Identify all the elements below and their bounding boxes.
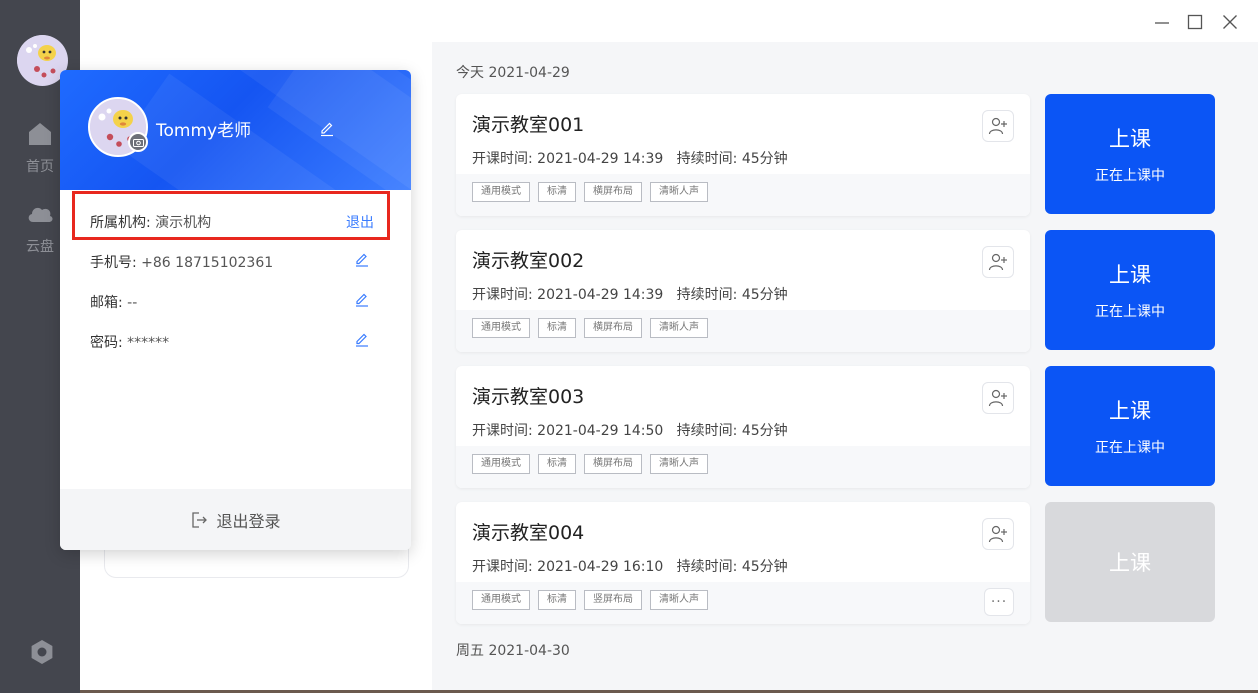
- tag-list: 通用模式 标清 横屏布局 清晰人声: [472, 454, 708, 474]
- password-label: 密码:: [90, 335, 123, 351]
- add-user-icon: [988, 117, 1007, 135]
- tag: 通用模式: [472, 590, 530, 610]
- date-header-next: 周五 2021-04-30: [456, 643, 570, 659]
- class-name: 演示教室003: [472, 386, 585, 408]
- add-user-button[interactable]: [982, 110, 1014, 142]
- email-row: 邮箱: --: [90, 292, 380, 312]
- add-user-icon: [988, 525, 1007, 543]
- tag: 竖屏布局: [584, 590, 642, 610]
- class-time: 开课时间: 2021-04-29 16:10 持续时间: 45分钟: [472, 559, 788, 575]
- tag: 清晰人声: [650, 318, 708, 338]
- edit-name-icon[interactable]: [318, 119, 336, 137]
- tag: 标清: [538, 182, 576, 202]
- tag: 通用模式: [472, 182, 530, 202]
- logout-button[interactable]: 退出登录: [60, 489, 411, 550]
- phone-value: +86 18715102361: [141, 255, 274, 271]
- more-button[interactable]: ···: [984, 588, 1014, 616]
- tag: 清晰人声: [650, 454, 708, 474]
- enter-class-label: 上课: [1109, 399, 1151, 423]
- date-header-today: 今天 2021-04-29: [456, 65, 570, 81]
- add-user-icon: [988, 389, 1007, 407]
- enter-class-button[interactable]: 上课: [1045, 502, 1215, 622]
- username: Tommy老师: [156, 121, 252, 141]
- tag: 横屏布局: [584, 318, 642, 338]
- close-icon: [1223, 15, 1237, 29]
- tag: 横屏布局: [584, 454, 642, 474]
- tag-list: 通用模式 标清 横屏布局 清晰人声: [472, 182, 708, 202]
- phone-row: 手机号: +86 18715102361: [90, 252, 380, 272]
- tag-list: 通用模式 标清 竖屏布局 清晰人声: [472, 590, 708, 610]
- minimize-icon: [1155, 22, 1169, 24]
- org-label: 所属机构:: [90, 215, 151, 231]
- enter-class-label: 上课: [1109, 551, 1151, 575]
- phone-label: 手机号:: [90, 255, 137, 271]
- tag: 标清: [538, 590, 576, 610]
- more-icon: ···: [990, 594, 1008, 610]
- class-card[interactable]: 演示教室004 开课时间: 2021-04-29 16:10 持续时间: 45分…: [456, 502, 1030, 624]
- maximize-button[interactable]: [1185, 12, 1205, 32]
- home-icon: [29, 123, 51, 145]
- tag: 清晰人声: [650, 182, 708, 202]
- class-time: 开课时间: 2021-04-29 14:50 持续时间: 45分钟: [472, 423, 788, 439]
- password-value: ******: [127, 335, 170, 351]
- class-status: 正在上课中: [1095, 440, 1165, 456]
- email-label: 邮箱:: [90, 295, 123, 311]
- class-status: 正在上课中: [1095, 304, 1165, 320]
- tag: 通用模式: [472, 318, 530, 338]
- class-card[interactable]: 演示教室002 开课时间: 2021-04-29 14:39 持续时间: 45分…: [456, 230, 1030, 352]
- sidebar-item-label: 首页: [26, 159, 54, 175]
- sidebar-item-label: 云盘: [26, 239, 54, 255]
- cloud-icon: [28, 207, 53, 222]
- org-row: 所属机构: 演示机构: [90, 212, 380, 232]
- minimize-button[interactable]: [1152, 12, 1172, 32]
- class-name: 演示教室001: [472, 114, 585, 136]
- class-name: 演示教室004: [472, 522, 585, 544]
- org-value: 演示机构: [155, 215, 212, 231]
- tag: 标清: [538, 318, 576, 338]
- enter-class-label: 上课: [1109, 127, 1151, 151]
- enter-class-button[interactable]: 上课 正在上课中: [1045, 230, 1215, 350]
- class-time: 开课时间: 2021-04-29 14:39 持续时间: 45分钟: [472, 287, 788, 303]
- password-row: 密码: ******: [90, 332, 380, 352]
- add-user-button[interactable]: [982, 246, 1014, 278]
- maximize-icon: [1187, 14, 1203, 30]
- edit-email-icon[interactable]: [354, 291, 370, 307]
- class-time: 开课时间: 2021-04-29 14:39 持续时间: 45分钟: [472, 151, 788, 167]
- email-value: --: [127, 295, 138, 311]
- class-card[interactable]: 演示教室003 开课时间: 2021-04-29 14:50 持续时间: 45分…: [456, 366, 1030, 488]
- profile-popup: Tommy老师 所属机构: 演示机构 退出 手机号: +86 187151023…: [60, 70, 411, 550]
- class-name: 演示教室002: [472, 250, 585, 272]
- tag: 清晰人声: [650, 590, 708, 610]
- camera-icon: [132, 138, 144, 147]
- leave-org-link[interactable]: 退出: [346, 212, 374, 232]
- class-card[interactable]: 演示教室001 开课时间: 2021-04-29 14:39 持续时间: 45分…: [456, 94, 1030, 216]
- add-user-button[interactable]: [982, 382, 1014, 414]
- tag: 通用模式: [472, 454, 530, 474]
- tag-list: 通用模式 标清 横屏布局 清晰人声: [472, 318, 708, 338]
- edit-password-icon[interactable]: [354, 331, 370, 347]
- logout-icon: [192, 511, 208, 528]
- settings-icon[interactable]: [28, 638, 56, 666]
- change-avatar-button[interactable]: [128, 132, 148, 152]
- add-user-button[interactable]: [982, 518, 1014, 550]
- edit-phone-icon[interactable]: [354, 251, 370, 267]
- close-button[interactable]: [1220, 12, 1240, 32]
- class-status: 正在上课中: [1095, 168, 1165, 184]
- add-user-icon: [988, 253, 1007, 271]
- tag: 横屏布局: [584, 182, 642, 202]
- schedule-panel: 今天 2021-04-29 演示教室001 开课时间: 2021-04-29 1…: [432, 42, 1258, 690]
- enter-class-button[interactable]: 上课 正在上课中: [1045, 366, 1215, 486]
- logout-label: 退出登录: [216, 511, 281, 531]
- enter-class-button[interactable]: 上课 正在上课中: [1045, 94, 1215, 214]
- enter-class-label: 上课: [1109, 263, 1151, 287]
- tag: 标清: [538, 454, 576, 474]
